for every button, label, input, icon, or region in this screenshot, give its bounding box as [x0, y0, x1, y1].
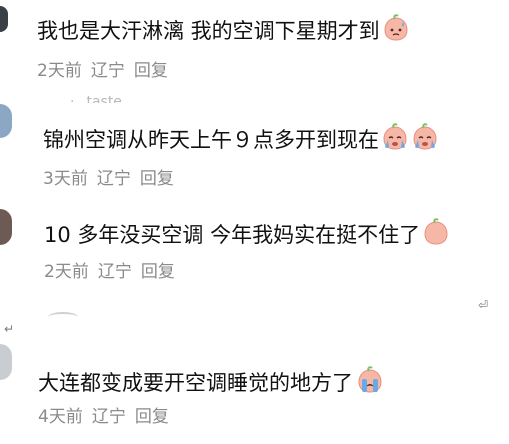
avatar[interactable]	[0, 6, 8, 32]
comment-location: 辽宁	[96, 169, 131, 189]
comment-text-content: 10 多年没买空调 今年我妈实在挺不住了	[44, 223, 421, 247]
comment-text: 10 多年没买空调 今年我妈实在挺不住了	[44, 218, 480, 249]
paragraph-return-icon: ↵	[4, 322, 15, 336]
comment-text-content: 锦州空调从昨天上午９点多开到现在	[43, 128, 379, 152]
username-partial: · taste	[70, 94, 122, 103]
comment-location: 辽宁	[90, 61, 125, 81]
avatar[interactable]	[0, 104, 12, 138]
comment-location: 辽宁	[91, 407, 126, 427]
comment-location: 辽宁	[97, 262, 132, 282]
reply-button[interactable]: 回复	[141, 262, 175, 282]
comment-text: 锦州空调从昨天上午９点多开到现在	[43, 123, 439, 154]
avatar[interactable]	[0, 209, 12, 245]
comment-time: 3天前	[43, 169, 88, 189]
comment-time: 2天前	[44, 262, 89, 282]
peach-emoji-icon	[422, 218, 450, 246]
comment-text: 我也是大汗淋漓 我的空调下星期才到	[37, 14, 410, 45]
reply-button[interactable]: 回复	[140, 169, 174, 189]
comment-meta: 3天前 辽宁 回复	[43, 167, 183, 191]
comment-text-content: 我也是大汗淋漓 我的空调下星期才到	[37, 19, 380, 43]
comment-text-content: 大连都变成要开空调睡觉的地方了	[38, 371, 353, 395]
reply-button[interactable]: 回复	[135, 407, 169, 427]
avatar[interactable]	[0, 344, 12, 380]
text-cursor-icon: ⏎	[478, 298, 489, 312]
sweating-peach-emoji-icon	[382, 14, 410, 42]
sobbing-peach-emoji-icon	[355, 366, 385, 394]
crying-peach-emoji-icon	[411, 123, 439, 151]
comment-meta: 2天前 辽宁 回复	[37, 59, 177, 83]
comment-meta: 2天前 辽宁 回复	[44, 260, 184, 284]
reply-button[interactable]: 回复	[134, 61, 168, 81]
comment-meta: 4天前 辽宁 回复	[38, 405, 178, 429]
comment-text: 大连都变成要开空调睡觉的地方了	[38, 366, 385, 397]
comment-time: 4天前	[38, 407, 83, 427]
next-avatar-edge	[48, 312, 78, 322]
comment-time: 2天前	[37, 61, 82, 81]
crying-peach-emoji-icon	[381, 123, 409, 151]
